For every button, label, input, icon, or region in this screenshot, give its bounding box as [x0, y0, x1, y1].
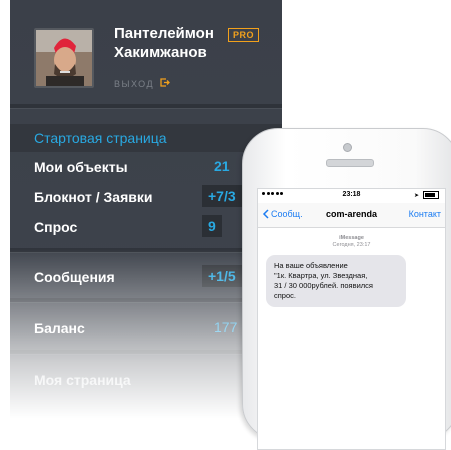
- location-icon: ➤: [413, 192, 419, 199]
- pro-badge: PRO: [228, 28, 260, 42]
- message-navbar: Сообщ. com-arenda Контакт: [258, 203, 445, 228]
- menu-item-start-page[interactable]: Стартовая страница: [10, 124, 282, 152]
- speaker-grille: [326, 159, 374, 167]
- menu-item-label: Моя страница: [34, 372, 131, 388]
- message-line: На ваше объявление: [274, 261, 348, 270]
- user-last-name: Хакимжанов: [114, 44, 207, 61]
- count-badge: +1/5: [202, 265, 242, 287]
- avatar-image: [36, 30, 92, 86]
- phone-mockup: 23:18 ➤ Сообщ. com-arenda Контакт iMessa…: [242, 128, 451, 450]
- count-badge: 9: [202, 215, 222, 237]
- contact-button[interactable]: Контакт: [409, 209, 441, 219]
- battery-icon: [423, 191, 439, 199]
- message-line: 31 / 30 000рублей. появился: [274, 281, 373, 290]
- menu-item-label: Блокнот / Заявки: [34, 189, 153, 205]
- menu-item-label: Спрос: [34, 219, 78, 235]
- menu-item-label: Баланс: [34, 320, 85, 336]
- menu-item-label: Сообщения: [34, 269, 115, 285]
- profile-panel: Пантелеймон Хакимжанов PRO выход: [10, 0, 282, 108]
- logout-icon: [160, 78, 170, 89]
- avatar[interactable]: [34, 28, 94, 88]
- count-badge: +7/3: [202, 185, 242, 207]
- message-date: Сегодня, 23:17: [332, 242, 371, 248]
- message-bubble[interactable]: На ваше объявление "1к. Квартра, ул. Зве…: [266, 255, 406, 307]
- logout-link[interactable]: выход: [114, 78, 170, 89]
- camera-icon: [343, 143, 352, 152]
- count-badge: 21: [214, 158, 230, 174]
- message-service: iMessage: [339, 235, 364, 241]
- message-line: "1к. Квартра, ул. Звездная,: [274, 271, 368, 280]
- menu-item-label: Мои объекты: [34, 159, 128, 175]
- status-right: ➤: [414, 191, 439, 199]
- user-name: Пантелеймон Хакимжанов: [114, 24, 234, 62]
- user-first-name: Пантелеймон: [114, 25, 214, 42]
- phone-screen: 23:18 ➤ Сообщ. com-arenda Контакт iMessa…: [257, 188, 446, 450]
- menu-item-label: Стартовая страница: [34, 130, 167, 146]
- logout-label: выход: [114, 78, 155, 89]
- message-line: спрос.: [274, 291, 296, 300]
- message-meta: iMessage Сегодня, 23:17: [258, 235, 445, 249]
- divider: [10, 104, 282, 109]
- status-bar: 23:18 ➤: [258, 189, 445, 201]
